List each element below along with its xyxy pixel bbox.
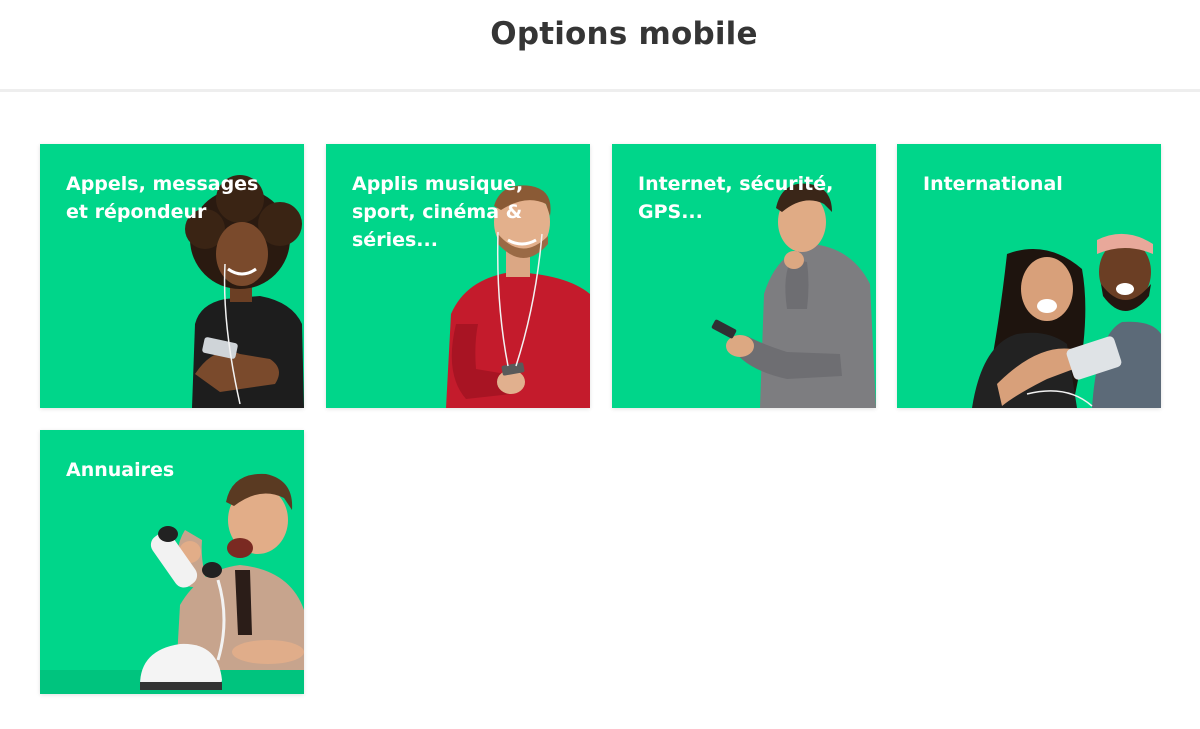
tile-label: Annuaires bbox=[66, 459, 175, 481]
tile-label: International bbox=[923, 173, 1063, 195]
page-header: Options mobile bbox=[0, 0, 1200, 92]
page-title: Options mobile bbox=[490, 16, 758, 52]
option-tile-international[interactable]: International bbox=[897, 144, 1161, 408]
option-tile-music-apps[interactable]: Applis musique, sport, cinéma & séries..… bbox=[326, 144, 590, 408]
option-tile-internet-security[interactable]: Internet, sécurité, GPS... bbox=[612, 144, 876, 408]
tile-label: Applis musique, sport, cinéma & séries..… bbox=[352, 173, 524, 251]
tile-label: Appels, messages et répondeur bbox=[66, 173, 259, 223]
tile-label: Internet, sécurité, GPS... bbox=[638, 173, 834, 223]
option-tile-calls-messages[interactable]: Appels, messages et répondeur bbox=[40, 144, 304, 408]
option-tile-directories[interactable]: Annuaires bbox=[40, 430, 304, 694]
